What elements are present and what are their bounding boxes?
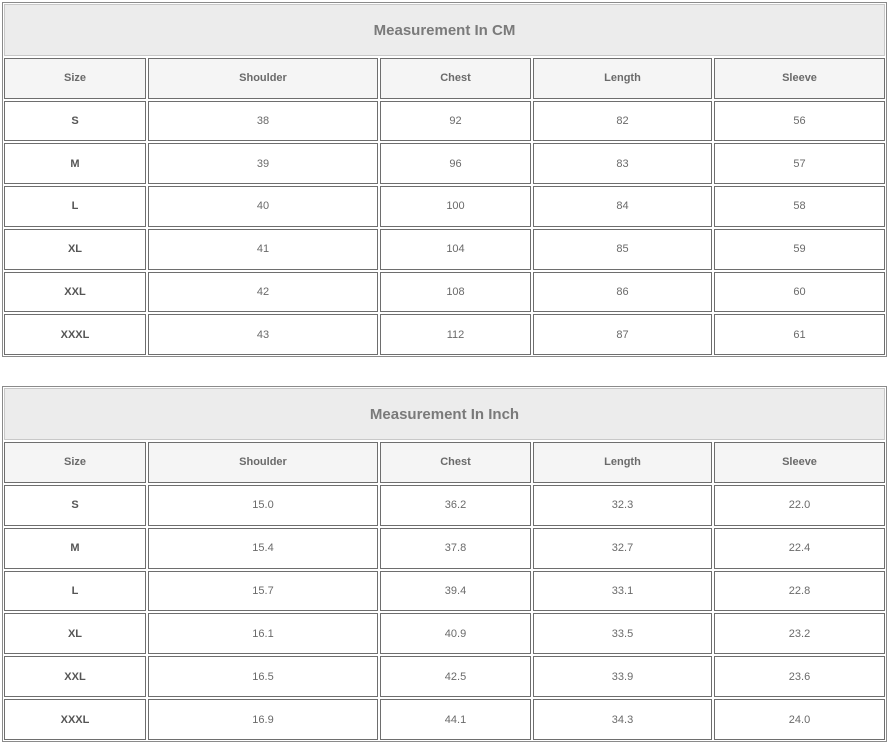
measurement-cell: 84: [533, 186, 712, 227]
measurement-cell: 42: [148, 271, 378, 313]
measurement-cell: 82: [533, 100, 712, 142]
measurement-cell: 44.1: [380, 699, 531, 740]
measurement-cell: 108: [380, 271, 531, 313]
size-label-cell: XL: [4, 613, 146, 655]
measurement-cell: 15.0: [148, 484, 378, 526]
column-header-sleeve: Sleeve: [714, 58, 885, 99]
column-header-size: Size: [4, 58, 146, 99]
measurement-cell: 40.9: [380, 613, 531, 655]
measurement-cell: 40: [148, 186, 378, 227]
measurement-cell: 33.9: [533, 656, 712, 698]
measurement-cell: 24.0: [714, 699, 885, 740]
measurement-cell: 96: [380, 143, 531, 185]
measurement-cell: 16.5: [148, 656, 378, 698]
size-chart-inch-table: Measurement In Inch Size Shoulder Chest Len…: [2, 386, 887, 742]
measurement-cell: 112: [380, 314, 531, 355]
table-title: Measurement In CM: [4, 4, 885, 56]
measurement-cell: 32.7: [533, 527, 712, 569]
size-label-cell: XXXL: [4, 314, 146, 355]
measurement-cell: 92: [380, 100, 531, 142]
measurement-cell: 32.3: [533, 484, 712, 526]
measurement-cell: 100: [380, 186, 531, 227]
measurement-cell: 22.8: [714, 570, 885, 612]
column-header-length: Length: [533, 58, 712, 99]
measurement-cell: 104: [380, 228, 531, 270]
measurement-cell: 33.5: [533, 613, 712, 655]
measurement-cell: 39.4: [380, 570, 531, 612]
measurement-cell: 41: [148, 228, 378, 270]
measurement-cell: 85: [533, 228, 712, 270]
table-title: Measurement In Inch: [4, 388, 885, 440]
measurement-cell: 59: [714, 228, 885, 270]
measurement-cell: 16.9: [148, 699, 378, 740]
table-grid: Size Shoulder Chest Length Sleeve S 15.0 36.2 32…: [4, 442, 885, 740]
measurement-cell: 34.3: [533, 699, 712, 740]
column-header-shoulder: Shoulder: [148, 58, 378, 99]
size-label-cell: M: [4, 527, 146, 569]
size-label-cell: S: [4, 100, 146, 142]
measurement-cell: 23.2: [714, 613, 885, 655]
size-label-cell: S: [4, 484, 146, 526]
measurement-cell: 43: [148, 314, 378, 355]
measurement-cell: 87: [533, 314, 712, 355]
size-chart-cm-table: Measurement In CM Size Shoulder Chest Lengt…: [2, 2, 887, 357]
column-header-size: Size: [4, 442, 146, 483]
size-label-cell: XL: [4, 228, 146, 270]
column-header-length: Length: [533, 442, 712, 483]
column-header-chest: Chest: [380, 58, 531, 99]
column-header-sleeve: Sleeve: [714, 442, 885, 483]
measurement-cell: 60: [714, 271, 885, 313]
measurement-cell: 38: [148, 100, 378, 142]
measurement-cell: 22.4: [714, 527, 885, 569]
measurement-cell: 15.7: [148, 570, 378, 612]
measurement-cell: 83: [533, 143, 712, 185]
column-header-chest: Chest: [380, 442, 531, 483]
table-grid: Size Shoulder Chest Length Sleeve S 38 92 82 56 M 3…: [4, 58, 885, 355]
measurement-cell: 39: [148, 143, 378, 185]
measurement-cell: 15.4: [148, 527, 378, 569]
size-label-cell: L: [4, 570, 146, 612]
measurement-cell: 16.1: [148, 613, 378, 655]
size-label-cell: M: [4, 143, 146, 185]
measurement-cell: 23.6: [714, 656, 885, 698]
measurement-cell: 42.5: [380, 656, 531, 698]
size-label-cell: XXL: [4, 656, 146, 698]
measurement-cell: 56: [714, 100, 885, 142]
measurement-cell: 33.1: [533, 570, 712, 612]
measurement-cell: 58: [714, 186, 885, 227]
measurement-cell: 61: [714, 314, 885, 355]
size-label-cell: XXL: [4, 271, 146, 313]
size-label-cell: XXXL: [4, 699, 146, 740]
measurement-cell: 22.0: [714, 484, 885, 526]
column-header-shoulder: Shoulder: [148, 442, 378, 483]
measurement-cell: 57: [714, 143, 885, 185]
measurement-cell: 37.8: [380, 527, 531, 569]
measurement-cell: 86: [533, 271, 712, 313]
measurement-cell: 36.2: [380, 484, 531, 526]
size-label-cell: L: [4, 186, 146, 227]
